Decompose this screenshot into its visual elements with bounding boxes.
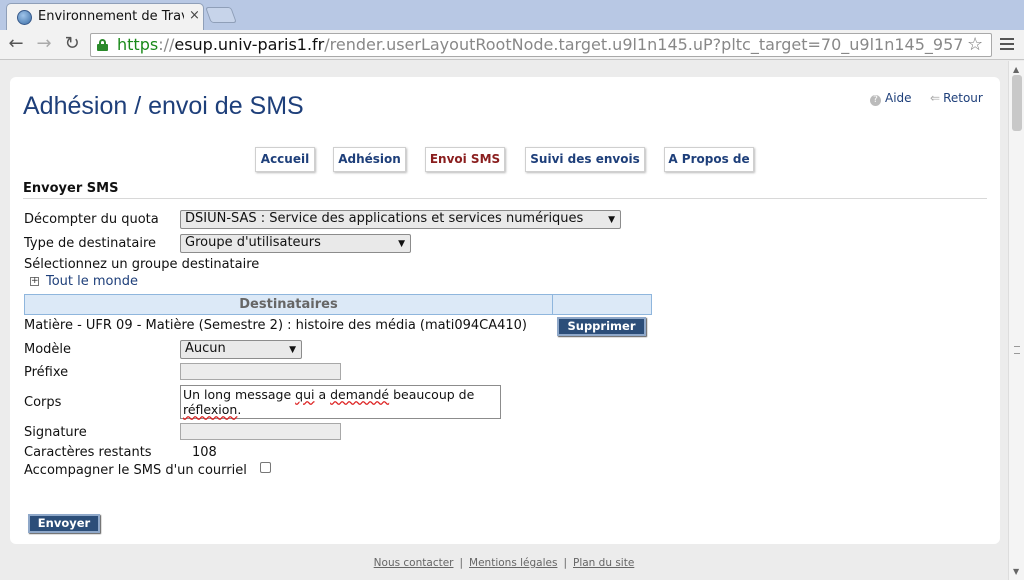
quota-label: Décompter du quota (24, 212, 159, 227)
tab-envoi-sms[interactable]: Envoi SMS (425, 147, 505, 172)
message-textarea[interactable]: Un long message qui a demandé beaucoup d… (180, 385, 501, 419)
group-label: Sélectionnez un groupe destinataire (24, 257, 260, 272)
lock-icon (97, 39, 108, 51)
footer-separator: | (459, 557, 464, 569)
scroll-down-icon[interactable]: ▼ (1013, 567, 1019, 576)
footer-contact-link[interactable]: Nous contacter (374, 557, 454, 569)
remove-button[interactable]: Supprimer (557, 317, 646, 336)
tree-item-tout-le-monde[interactable]: Tout le monde (46, 274, 138, 289)
message-line-2: réflexion. (183, 402, 242, 417)
divider (23, 198, 987, 199)
menu-icon[interactable] (1000, 38, 1014, 50)
portlet-panel: Adhésion / envoi de SMS ? Aide ⇐ Retour Ac… (10, 77, 1000, 544)
tab-a-propos[interactable]: A Propos de (664, 147, 754, 172)
recipients-header: Destinataires (25, 295, 553, 314)
bookmark-star-icon[interactable]: ☆ (967, 34, 983, 55)
back-link[interactable]: ⇐ Retour (930, 91, 983, 105)
scroll-up-icon[interactable]: ▲ (1013, 65, 1019, 74)
back-arrow-icon[interactable]: ← (6, 34, 26, 54)
browser-tab-bar: Environnement de Trav × (0, 0, 1024, 30)
scrollbar-grip (1014, 346, 1020, 354)
tab-adhesion[interactable]: Adhésion (333, 147, 406, 172)
model-selected-value: Aucun (185, 341, 226, 356)
footer-separator: | (563, 557, 567, 569)
url-text[interactable]: https://esup.univ-paris1.fr/render.userL… (117, 35, 962, 54)
quota-selected-value: DSIUN-SAS : Service des applications et … (185, 211, 584, 226)
remaining-chars-label: Caractères restants (24, 445, 152, 460)
model-select[interactable]: Aucun ▼ (180, 340, 302, 359)
email-option-label: Accompagner le SMS d'un courriel (24, 463, 247, 478)
prefix-input[interactable] (180, 363, 341, 380)
question-icon: ? (870, 95, 881, 106)
chevron-down-icon: ▼ (398, 239, 405, 249)
chevron-down-icon: ▼ (289, 345, 296, 355)
help-link[interactable]: ? Aide (870, 91, 912, 106)
vertical-scrollbar[interactable]: ▲ ▼ (1008, 61, 1024, 580)
browser-tab[interactable]: Environnement de Trav × (6, 3, 204, 30)
recipient-type-label: Type de destinataire (24, 236, 157, 251)
quota-select[interactable]: DSIUN-SAS : Service des applications et … (180, 210, 621, 229)
portlet-tabs: Accueil Adhésion Envoi SMS Suivi des env… (10, 147, 1000, 173)
footer-sitemap-link[interactable]: Plan du site (573, 557, 634, 569)
new-tab-button[interactable] (205, 7, 237, 23)
body-label: Corps (24, 395, 62, 410)
back-arrow-icon: ⇐ (930, 91, 941, 105)
send-button[interactable]: Envoyer (28, 514, 100, 533)
email-checkbox[interactable] (260, 462, 271, 473)
remaining-chars-value: 108 (192, 445, 217, 460)
reload-icon[interactable]: ↻ (62, 34, 82, 54)
page-viewport: Adhésion / envoi de SMS ? Aide ⇐ Retour Ac… (0, 61, 1008, 580)
footer: Nous contacter | Mentions légales | Plan du … (0, 557, 1008, 569)
address-bar[interactable]: https://esup.univ-paris1.fr/render.userL… (90, 33, 992, 57)
model-label: Modèle (24, 342, 72, 357)
signature-label: Signature (24, 425, 87, 440)
forward-arrow-icon[interactable]: → (34, 34, 54, 54)
tab-suivi-des-envois[interactable]: Suivi des envois (525, 147, 645, 172)
scrollbar-thumb[interactable] (1012, 75, 1022, 131)
globe-icon (17, 10, 32, 25)
recipient-type-select[interactable]: Groupe d'utilisateurs ▼ (180, 234, 411, 253)
footer-legal-link[interactable]: Mentions légales (469, 557, 557, 569)
message-line-1: Un long message qui a demandé beaucoup d… (183, 387, 475, 402)
expand-icon[interactable]: + (30, 277, 39, 286)
prefix-label: Préfixe (24, 365, 69, 380)
section-title: Envoyer SMS (23, 181, 119, 196)
recipient-type-selected-value: Groupe d'utilisateurs (185, 235, 321, 250)
signature-input[interactable] (180, 423, 341, 440)
recipients-table: Destinataires (24, 294, 652, 315)
recipient-row: Matière - UFR 09 - Matière (Semestre 2) … (24, 318, 528, 333)
browser-toolbar: ← → ↻ https://esup.univ-paris1.fr/render… (0, 30, 1024, 60)
tab-accueil[interactable]: Accueil (255, 147, 315, 172)
close-icon[interactable]: × (189, 8, 200, 23)
tab-title: Environnement de Trav (38, 9, 184, 24)
page-title: Adhésion / envoi de SMS (23, 92, 304, 120)
chevron-down-icon: ▼ (608, 215, 615, 225)
